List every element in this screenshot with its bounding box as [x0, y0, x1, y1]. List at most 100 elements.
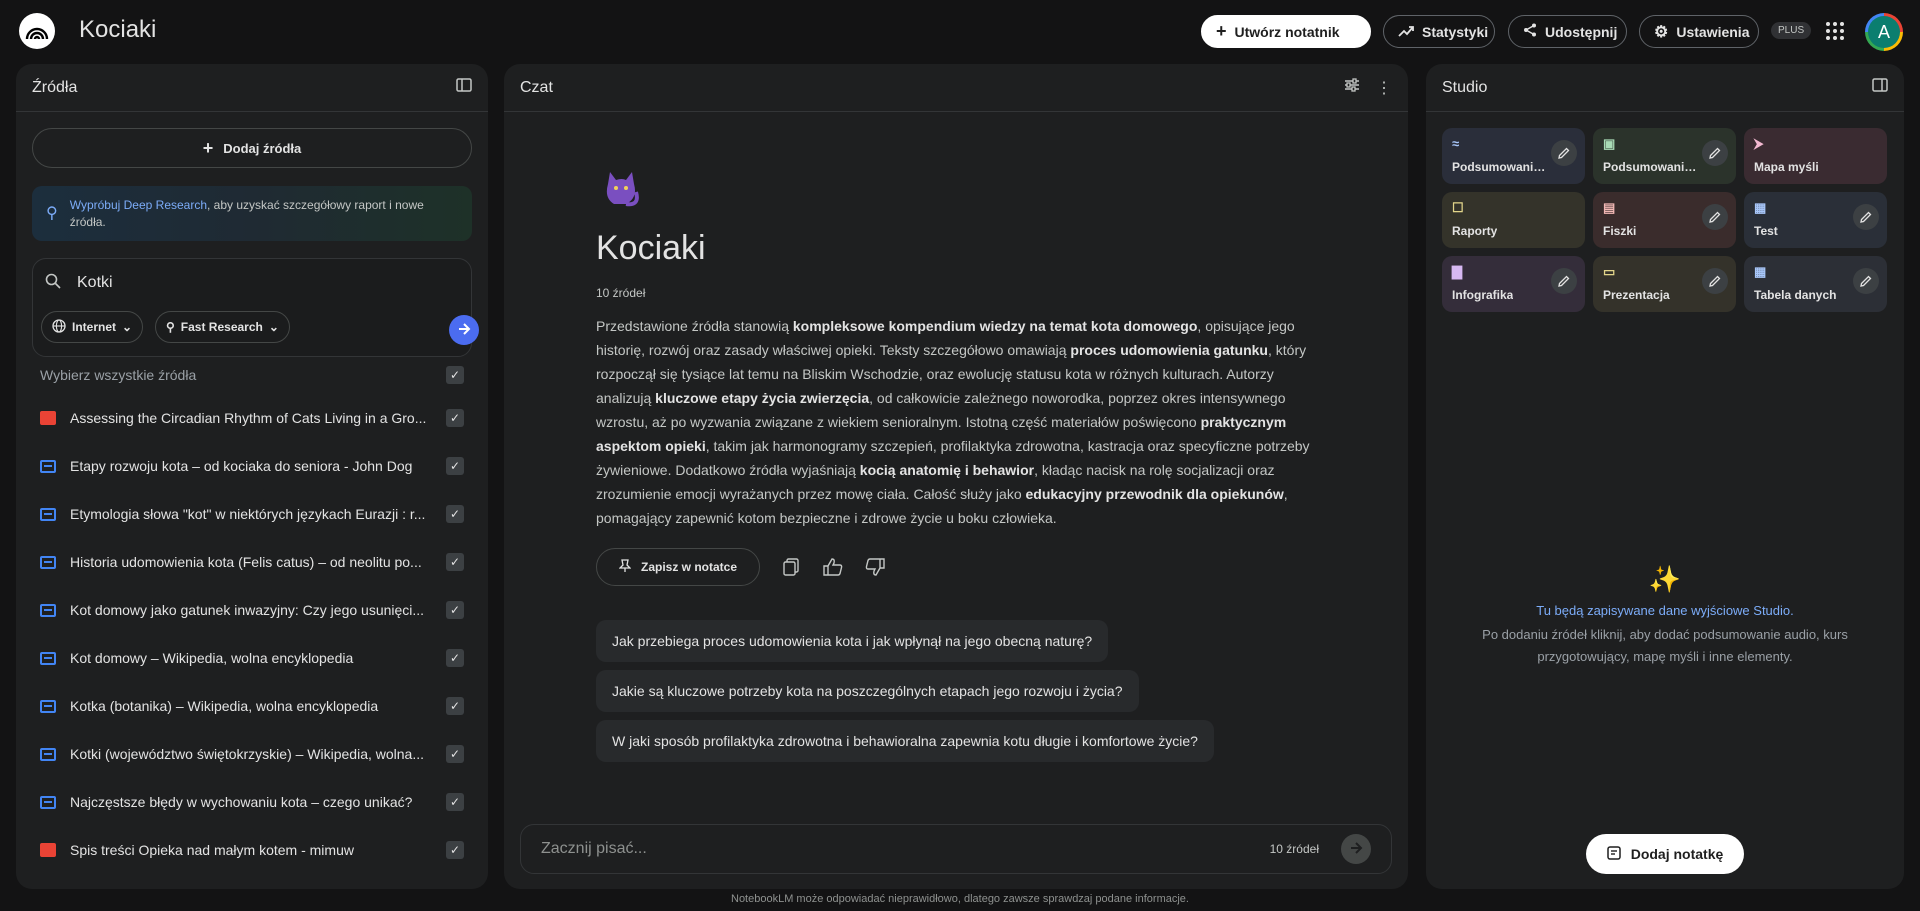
- sources-header: Źródła: [16, 64, 488, 112]
- settings-button[interactable]: ⚙ Ustawienia: [1639, 15, 1759, 48]
- edit-pencil-icon[interactable]: [1853, 268, 1879, 294]
- statistics-button[interactable]: Statystyki: [1383, 15, 1495, 48]
- add-sources-button[interactable]: + Dodaj źródła: [32, 128, 472, 168]
- edit-pencil-icon[interactable]: [1551, 140, 1577, 166]
- source-checkbox[interactable]: ✓: [446, 697, 464, 715]
- research-mode-dropdown[interactable]: ⚲ Fast Research ⌄: [155, 311, 290, 343]
- deep-research-banner[interactable]: ⚲ Wypróbuj Deep Research, aby uzyskać sz…: [32, 186, 472, 241]
- add-note-button[interactable]: Dodaj notatkę: [1586, 834, 1744, 874]
- plus-icon: +: [1216, 21, 1227, 41]
- source-item[interactable]: Etymologia słowa "kot" w niektórych języ…: [40, 490, 464, 538]
- studio-tool-tile[interactable]: ≈Podsumowanie audio: [1442, 128, 1585, 184]
- chat-input[interactable]: Zacznij pisać...: [541, 840, 647, 858]
- plan-badge: PLUS: [1771, 22, 1812, 39]
- suggested-question[interactable]: W jaki sposób profilaktyka zdrowotna i b…: [596, 720, 1214, 762]
- tune-icon[interactable]: [1344, 78, 1360, 97]
- search-scope-dropdown[interactable]: Internet ⌄: [41, 311, 144, 343]
- suggested-question[interactable]: Jakie są kluczowe potrzeby kota na poszc…: [596, 670, 1139, 712]
- source-item[interactable]: Etapy rozwoju kota – od kociaka do senio…: [40, 442, 464, 490]
- source-item-label: Kotki (województwo świętokrzyskie) – Wik…: [70, 746, 425, 762]
- notebook-heading: Kociaki: [596, 229, 706, 267]
- notebook-title[interactable]: Kociaki: [79, 16, 156, 44]
- submit-search-button[interactable]: [449, 315, 479, 345]
- arrow-right-icon: [457, 322, 471, 339]
- source-checkbox[interactable]: ✓: [446, 553, 464, 571]
- source-item[interactable]: Kotka (botanika) – Wikipedia, wolna ency…: [40, 682, 464, 730]
- studio-tool-tile[interactable]: ▤ Fiszki: [1593, 192, 1736, 248]
- studio-tool-tile[interactable]: ▣Podsumowanie wideo: [1593, 128, 1736, 184]
- pdf-icon: [40, 411, 56, 425]
- avatar[interactable]: A: [1865, 13, 1903, 51]
- studio-tool-tile[interactable]: ▇ Infografika: [1442, 256, 1585, 312]
- summary-highlight: kocią anatomię i behawior: [859, 462, 1035, 478]
- source-item-label: Kotka (botanika) – Wikipedia, wolna ency…: [70, 698, 379, 714]
- source-checkbox[interactable]: ✓: [446, 409, 464, 427]
- select-all-checkbox[interactable]: ✓: [446, 366, 464, 384]
- collapse-panel-icon[interactable]: [1872, 78, 1888, 97]
- copy-icon[interactable]: [780, 556, 802, 578]
- source-item[interactable]: Spis treści Opieka nad małym kotem - mim…: [40, 826, 464, 874]
- deep-research-link[interactable]: Wypróbuj Deep Research: [70, 198, 207, 212]
- select-all-row[interactable]: Wybierz wszystkie źródła ✓: [40, 366, 464, 384]
- source-item[interactable]: Kot domowy jako gatunek inwazyjny: Czy j…: [40, 586, 464, 634]
- thumb-down-icon[interactable]: [864, 556, 886, 578]
- sources-panel: Źródła + Dodaj źródła ⚲ Wypróbuj Deep Re…: [16, 64, 488, 889]
- edit-pencil-icon[interactable]: [1702, 268, 1728, 294]
- source-item-label: Etymologia słowa "kot" w niektórych języ…: [70, 506, 426, 522]
- suggested-questions: Jak przebiega proces udomowienia kota i …: [596, 620, 1214, 770]
- source-checkbox[interactable]: ✓: [446, 841, 464, 859]
- create-notebook-button[interactable]: + Utwórz notatnik: [1201, 15, 1371, 48]
- share-button[interactable]: Udostępnij: [1508, 15, 1627, 48]
- web-page-icon: [40, 795, 56, 809]
- studio-header: Studio: [1426, 64, 1904, 112]
- source-item-label: Najczęstsze błędy w wychowaniu kota – cz…: [70, 794, 413, 810]
- studio-tool-tile[interactable]: ⮞ Mapa myśli: [1744, 128, 1887, 184]
- sparkle-search-icon: ⚲: [166, 320, 175, 334]
- source-checkbox[interactable]: ✓: [446, 793, 464, 811]
- source-checkbox[interactable]: ✓: [446, 649, 464, 667]
- source-checkbox[interactable]: ✓: [446, 745, 464, 763]
- studio-tool-tile[interactable]: ▦ Tabela danych: [1744, 256, 1887, 312]
- chat-header: Czat ⋮: [504, 64, 1408, 112]
- studio-tool-tile[interactable]: ▭ Prezentacja: [1593, 256, 1736, 312]
- share-icon: [1523, 23, 1537, 40]
- chat-panel: Czat ⋮ Kociaki 10 źródeł Przedstawione ź…: [504, 64, 1408, 889]
- source-item[interactable]: Historia udomowienia kota (Felis catus) …: [40, 538, 464, 586]
- source-item[interactable]: Najczęstsze błędy w wychowaniu kota – cz…: [40, 778, 464, 826]
- edit-pencil-icon[interactable]: [1702, 140, 1728, 166]
- notebook-summary: Przedstawione źródła stanowią kompleksow…: [596, 314, 1316, 530]
- studio-tool-icon: ⮞: [1754, 136, 1764, 151]
- collapse-panel-icon[interactable]: [456, 78, 472, 97]
- apps-grid-icon[interactable]: [1826, 22, 1844, 40]
- summary-highlight: kluczowe etapy życia zwierzęcia: [655, 390, 870, 406]
- chat-input-bar: Zacznij pisać... 10 źródeł: [520, 824, 1392, 874]
- studio-tool-label: Fiszki: [1603, 224, 1637, 238]
- pin-icon: [618, 558, 632, 576]
- suggested-question[interactable]: Jak przebiega proces udomowienia kota i …: [596, 620, 1109, 662]
- edit-pencil-icon[interactable]: [1853, 204, 1879, 230]
- send-button[interactable]: [1341, 834, 1371, 864]
- source-item-label: Spis treści Opieka nad małym kotem - mim…: [70, 842, 354, 858]
- source-checkbox[interactable]: ✓: [446, 505, 464, 523]
- deep-research-icon: ⚲: [46, 205, 58, 222]
- magic-wand-icon: ✨: [1648, 564, 1682, 594]
- notebooklm-logo-icon[interactable]: [19, 13, 55, 49]
- studio-tool-tile[interactable]: ☐ Raporty: [1442, 192, 1585, 248]
- search-input[interactable]: Kotki: [77, 274, 113, 292]
- pdf-icon: [40, 843, 56, 857]
- thumb-up-icon[interactable]: [822, 556, 844, 578]
- source-item[interactable]: Assessing the Circadian Rhythm of Cats L…: [40, 394, 464, 442]
- studio-tool-tile[interactable]: ▦ Test: [1744, 192, 1887, 248]
- source-count: 10 źródeł: [596, 286, 646, 300]
- summary-text: Przedstawione źródła stanowią: [596, 318, 793, 334]
- studio-empty-state: ✨ Tu będą zapisywane dane wyjściowe Stud…: [1426, 564, 1904, 668]
- edit-pencil-icon[interactable]: [1551, 268, 1577, 294]
- edit-pencil-icon[interactable]: [1702, 204, 1728, 230]
- studio-tools-grid: ≈Podsumowanie audio▣Podsumowanie wideo ⮞ M…: [1442, 128, 1887, 312]
- source-checkbox[interactable]: ✓: [446, 457, 464, 475]
- source-item[interactable]: Kot domowy – Wikipedia, wolna encykloped…: [40, 634, 464, 682]
- source-checkbox[interactable]: ✓: [446, 601, 464, 619]
- more-vert-icon[interactable]: ⋮: [1376, 78, 1392, 98]
- save-to-note-button[interactable]: Zapisz w notatce: [596, 548, 761, 586]
- source-item[interactable]: Kotki (województwo świętokrzyskie) – Wik…: [40, 730, 464, 778]
